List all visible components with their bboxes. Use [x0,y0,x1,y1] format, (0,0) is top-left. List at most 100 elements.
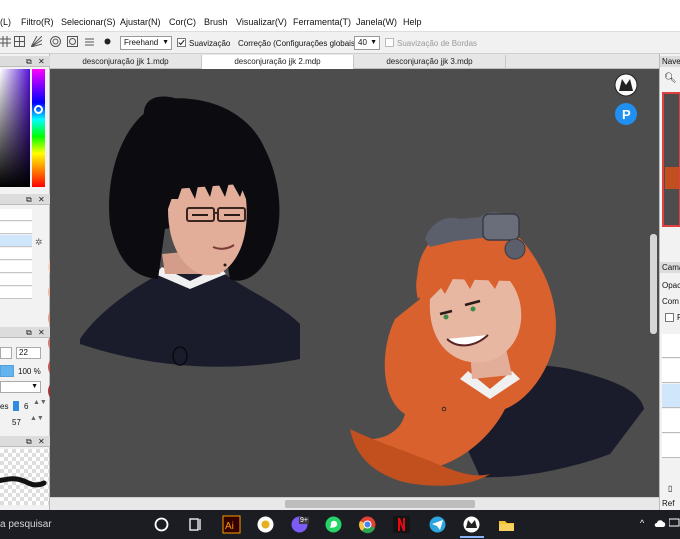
brush-list-item[interactable] [0,248,32,260]
close-icon[interactable]: ✕ [38,436,45,447]
menu-item-help[interactable]: Help [403,17,422,27]
chevron-down-icon: ▼ [370,39,377,46]
task-view-icon[interactable] [186,515,205,534]
density-stepper-icon[interactable]: ▲▼ [33,399,47,406]
active-app-indicator [460,536,484,538]
navigator-label: Nave [662,57,680,66]
hue-handle[interactable] [34,105,43,114]
dock-icon[interactable]: ⧉ [26,194,32,205]
brush-size-preview[interactable] [0,347,12,359]
close-icon[interactable]: ✕ [38,56,45,67]
horizontal-scrollbar-thumb[interactable] [285,500,475,508]
pixiv-letter: P [622,107,631,122]
dock-icon[interactable]: ⧉ [26,56,32,67]
edge-smoothing-label: Suavização de Bordas [397,39,478,48]
color-panel-header: ⧉ ✕ [0,56,50,67]
correction-select[interactable]: 40 ▼ [354,36,380,50]
correction-value: 40 [358,38,367,47]
brush-control-header: ⧉ ✕ [0,327,50,338]
brush-mode-select[interactable]: Freehand ▼ [120,36,172,50]
gear-icon[interactable]: ✲ [35,237,43,248]
chevron-up-icon[interactable]: ^ [640,518,644,528]
brush-type-select[interactable]: ▼ [0,381,41,393]
network-icon[interactable] [669,518,680,528]
horizontal-scrollbar[interactable] [50,497,659,510]
menu-item-filter[interactable]: Filtro(R) [21,17,54,27]
menu-item-brush[interactable]: Brush [204,17,228,27]
dock-icon[interactable]: ⧉ [26,327,32,338]
telegram-icon[interactable] [428,515,447,534]
chrome-icon[interactable] [358,515,377,534]
references-label: Ref [662,499,675,508]
layers-label: Cama [662,263,680,272]
protect-alpha-checkbox[interactable] [665,313,674,322]
brush-list-item-selected[interactable] [0,235,32,247]
illustrator-icon[interactable]: Ai [222,515,241,534]
brush-list-item[interactable] [0,209,32,221]
brush-list-item[interactable] [0,222,32,234]
brush-list-item[interactable] [0,274,32,286]
smoothing-label: Suavização [189,39,231,48]
brush-list-item[interactable] [0,261,32,273]
layer-row[interactable] [662,434,680,458]
brush-dot-icon[interactable] [102,36,113,47]
menu-item-select[interactable]: Selecionar(S) [61,17,116,27]
layer-row[interactable] [662,359,680,383]
grid-icon[interactable] [0,36,11,47]
taskbar-search-box[interactable]: a pesquisar [0,519,52,530]
cortana-icon[interactable] [152,515,171,534]
layer-row-selected[interactable] [662,384,680,408]
menu-item-adjust[interactable]: Ajustar(N) [120,17,161,27]
blend-label: Com [662,297,679,306]
brush-list-item[interactable] [0,287,32,299]
drawing-canvas[interactable]: P [50,69,659,497]
tab-label: desconjuração jjk 3.mdp [386,57,473,66]
navigator-preview[interactable] [662,92,680,227]
correction-label: Correção (Configurações globais) [238,39,358,48]
app-circle-icon[interactable] [256,515,275,534]
menu-item-color[interactable]: Cor(C) [169,17,196,27]
grid-dense-icon[interactable] [14,36,25,47]
navigator-header: Nave [660,56,680,67]
netflix-icon[interactable] [392,515,411,534]
tab-document-2[interactable]: desconjuração jjk 2.mdp [202,55,354,69]
smoothing-checkbox[interactable] [177,38,186,47]
artwork: P [80,73,644,486]
zoom-icon[interactable]: 🔍︎ [664,73,677,84]
close-icon[interactable]: ✕ [38,327,45,338]
brush-stroke [0,476,47,488]
menu-item-window[interactable]: Janela(W) [356,17,397,27]
layer-row[interactable] [662,334,680,358]
layer-row[interactable] [662,409,680,433]
dock-icon[interactable]: ⧉ [26,436,32,447]
navigator-viewport[interactable] [662,92,680,227]
tab-document-3[interactable]: desconjuração jjk 3.mdp [354,55,506,69]
opacity-slider[interactable] [0,365,14,377]
close-icon[interactable]: ✕ [38,194,45,205]
brush-panel-header: ⧉ ✕ [0,194,50,205]
perspective-icon[interactable] [31,36,42,47]
brush-size-input[interactable]: 22 [16,347,41,359]
whatsapp-icon[interactable] [324,515,343,534]
snap-off-icon[interactable] [84,36,95,47]
hue-slider[interactable] [32,69,45,187]
tab-document-1[interactable]: desconjuração jjk 1.mdp [50,55,202,69]
opacity-label: Opac [662,281,680,290]
cloud-icon[interactable] [654,518,666,528]
vertical-scrollbar[interactable] [650,234,657,334]
density-slider[interactable] [13,401,19,411]
blur-stepper-icon[interactable]: ▲▼ [30,415,44,422]
brush-stroke-preview [0,449,49,505]
document-icon[interactable]: ▯ [668,484,672,493]
edge-smoothing-checkbox[interactable] [385,38,394,47]
menu-item-tool[interactable]: Ferramenta(T) [293,17,351,27]
file-explorer-icon[interactable] [497,515,516,534]
medibang-icon[interactable] [462,515,481,534]
radial-icon[interactable] [67,36,78,47]
menu-item-layer[interactable]: (L) [0,17,11,27]
notification-badge: 9+ [299,517,309,524]
concentric-icon[interactable] [50,36,61,47]
color-saturation-square[interactable] [0,69,30,187]
menu-item-view[interactable]: Visualizar(V) [236,17,287,27]
blur-value: 57 [12,418,21,427]
